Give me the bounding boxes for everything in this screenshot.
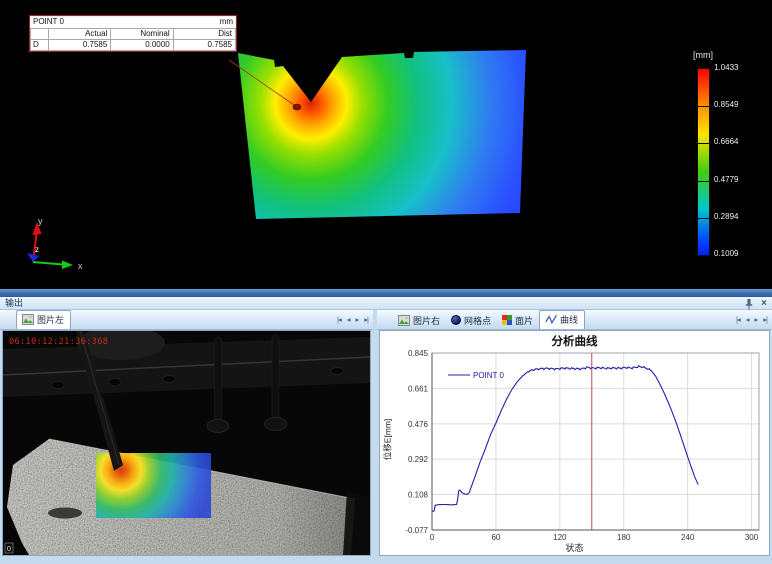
x-axis-label: x: [78, 261, 83, 271]
tab-picture-right[interactable]: 图片右: [393, 312, 446, 329]
tab-grid-points[interactable]: 网格点: [446, 312, 497, 329]
curve-chart-container: 分析曲线 位移E[mm] 状态 0.8450.6610.4760.2920.10…: [379, 330, 770, 556]
value-nominal: 0.0000: [111, 40, 173, 51]
legend-value: 1.0433: [714, 63, 766, 73]
tab-facets[interactable]: 面片: [497, 312, 539, 329]
legend-value: 0.6664: [714, 137, 766, 147]
x-axis-arrowhead: [62, 261, 73, 270]
curve-icon: [545, 314, 557, 325]
right-pane-tabbar: 图片右 网格点 面片 曲线: [377, 310, 772, 330]
rail-hole: [163, 376, 175, 383]
left-pane-tabbar: 图片左 |◂◂▸▸|: [0, 310, 373, 330]
svg-text:0.292: 0.292: [408, 455, 429, 464]
legend-tick: [698, 181, 709, 182]
specimen-surface: [238, 50, 526, 219]
rail-hole: [109, 379, 121, 386]
svg-text:180: 180: [617, 533, 631, 542]
bolt: [215, 337, 222, 421]
close-icon[interactable]: ×: [761, 299, 767, 309]
tab-picture-left[interactable]: 图片左: [16, 310, 71, 329]
frame-counter: 0: [7, 544, 11, 553]
svg-text:60: 60: [491, 533, 500, 542]
color-scale-bar: [697, 68, 710, 256]
output-panel-titlebar: 输出 ×: [0, 297, 772, 310]
output-panes: 图片左 |◂◂▸▸|: [0, 310, 772, 556]
col-actual: Actual: [49, 29, 111, 40]
pin-icon[interactable]: [744, 298, 754, 310]
analysis-curve-plot[interactable]: 0.845 0.661 0.476 0.292 0.108 -0.0770 60 120 180…: [380, 331, 769, 555]
picture-icon: [22, 314, 34, 325]
value-dist: 0.7585: [173, 40, 235, 51]
tab-label: 图片左: [37, 313, 64, 326]
annotation-header-row: Actual Nominal Dist: [31, 29, 236, 40]
application-window: POINT 0 mm Actual Nominal Dist D 0.7585 …: [0, 0, 772, 564]
color-scale-legend: [mm] 1.0433 0.8549 0.6664 0.4779 0.2894 …: [692, 50, 772, 275]
legend-value: 0.8549: [714, 100, 766, 110]
tab-curve[interactable]: 曲线: [539, 310, 585, 329]
tab-label: 图片右: [413, 314, 440, 327]
tab-scroll-arrows[interactable]: |◂◂▸▸|: [736, 316, 767, 324]
svg-text:0.661: 0.661: [408, 384, 429, 393]
rail-hole: [331, 368, 343, 375]
z-axis-label: z: [35, 245, 39, 254]
annotation-table: POINT 0 mm Actual Nominal Dist D 0.7585 …: [29, 15, 237, 52]
svg-text:120: 120: [553, 533, 567, 542]
legend-value: 0.4779: [714, 175, 766, 185]
svg-text:240: 240: [681, 533, 695, 542]
viewport-3d[interactable]: POINT 0 mm Actual Nominal Dist D 0.7585 …: [0, 0, 772, 290]
timestamp: 06:10:12:21:36:368: [9, 337, 108, 347]
svg-text:0.476: 0.476: [408, 420, 429, 429]
value-actual: 0.7585: [49, 40, 111, 51]
dock-separator[interactable]: [0, 289, 772, 297]
output-panel-title: 输出: [5, 297, 23, 310]
col-nominal: Nominal: [111, 29, 173, 40]
legend-value: 0.2894: [714, 212, 766, 222]
legend-unit-label: [mm]: [693, 50, 772, 60]
col-dist: Dist: [173, 29, 235, 40]
svg-text:0: 0: [430, 533, 435, 542]
picture-icon: [398, 315, 410, 326]
svg-text:300: 300: [745, 533, 759, 542]
svg-text:-0.077: -0.077: [405, 526, 428, 535]
svg-text:0.108: 0.108: [408, 490, 429, 499]
svg-text:POINT 0: POINT 0: [473, 371, 505, 380]
tab-label: 曲线: [560, 313, 578, 326]
camera-image-container: 06:10:12:21:36:368 0: [2, 330, 371, 556]
legend-value: 0.1009: [714, 249, 766, 259]
measure-point-marker[interactable]: [293, 104, 301, 110]
plate-shadow-right: [343, 491, 370, 555]
grid-points-icon: [451, 315, 461, 325]
legend-tick: [698, 143, 709, 144]
plate-marking: [48, 508, 82, 519]
right-curve-pane: 图片右 网格点 面片 曲线: [377, 310, 772, 556]
left-image-pane: 图片左 |◂◂▸▸|: [0, 310, 373, 556]
rail-hole: [52, 382, 64, 389]
tab-scroll-arrows[interactable]: |◂◂▸▸|: [337, 316, 368, 324]
row-label: D: [31, 40, 49, 51]
annotation-title: POINT 0: [33, 17, 64, 27]
annotation-unit: mm: [220, 17, 233, 27]
annotation-value-row: D 0.7585 0.0000 0.7585: [31, 40, 236, 51]
y-axis-label: y: [38, 216, 43, 226]
bolt-foot: [265, 418, 287, 431]
facets-icon: [502, 315, 512, 325]
legend-tick: [698, 106, 709, 107]
camera-image-left[interactable]: 06:10:12:21:36:368 0: [3, 331, 370, 555]
bolt-foot: [207, 420, 229, 433]
svg-text:0.845: 0.845: [408, 349, 429, 358]
x-axis-arrow: [33, 262, 63, 265]
axis-triad: y x z: [16, 204, 96, 280]
bolt: [272, 335, 279, 419]
tab-label: 面片: [515, 314, 533, 327]
legend-tick: [698, 218, 709, 219]
tab-label: 网格点: [464, 314, 491, 327]
